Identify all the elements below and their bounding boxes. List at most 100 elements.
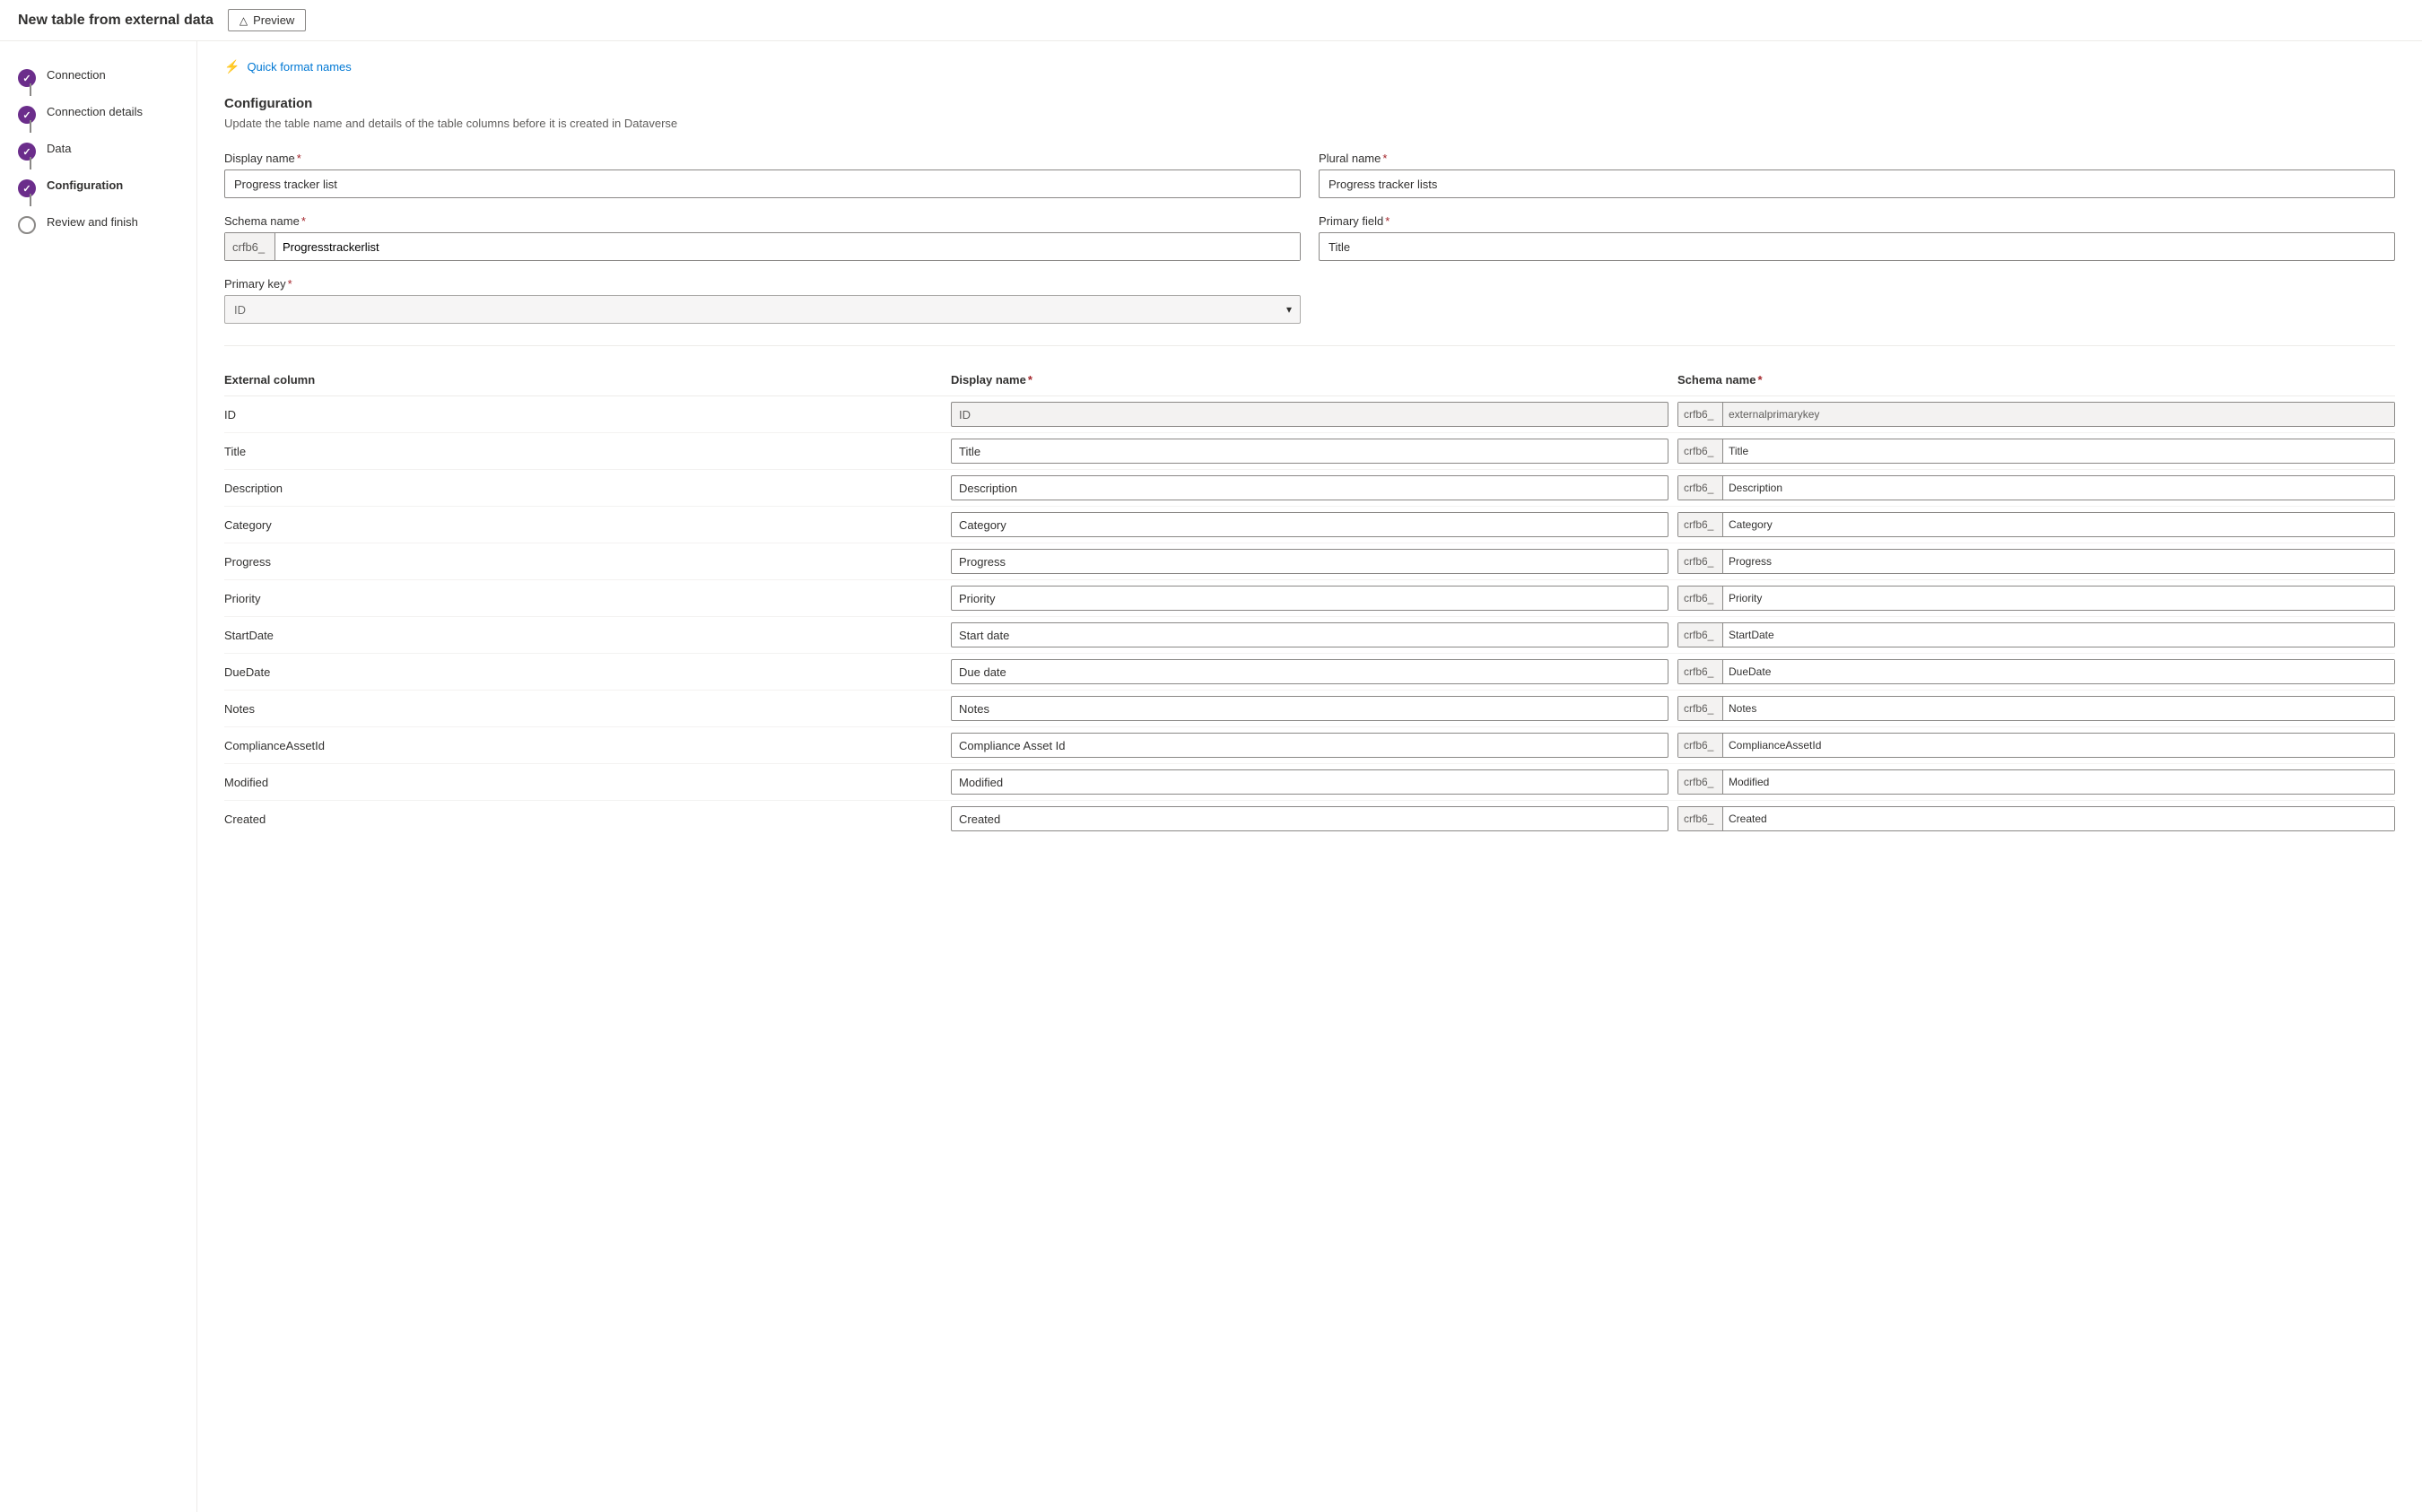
schema-column-input[interactable]	[1723, 697, 2394, 720]
section-divider	[224, 345, 2395, 346]
display-name-column-input[interactable]	[951, 475, 1668, 500]
display-name-column-input[interactable]	[951, 512, 1668, 537]
columns-rows: ID crfb6_ Title crfb6_ Description crfb6_ Cate…	[224, 396, 2395, 837]
schema-column-prefix: crfb6_	[1678, 770, 1723, 794]
name-row: Display name* Plural name*	[224, 152, 2395, 198]
schema-name-field: crfb6_	[224, 232, 1301, 261]
step-circle-connection-details: ✓	[18, 106, 36, 124]
schema-column-input	[1723, 403, 2394, 426]
primary-field-group: Primary field*	[1319, 214, 2395, 261]
schema-name-group: Schema name* crfb6_	[224, 214, 1301, 261]
display-name-label: Display name*	[224, 152, 1301, 165]
table-row: Title crfb6_	[224, 433, 2395, 470]
display-name-column-input[interactable]	[951, 549, 1668, 574]
display-name-input[interactable]	[224, 169, 1301, 198]
app-title: New table from external data	[18, 13, 213, 29]
schema-column-field: crfb6_	[1677, 696, 2395, 721]
primary-field-label: Primary field*	[1319, 214, 2395, 228]
primary-key-row: Primary key* ID	[224, 277, 2395, 324]
table-row: Notescrfb6_	[224, 691, 2395, 727]
quick-format-button[interactable]: ⚡ Quick format names	[224, 59, 2395, 74]
schema-column-field: crfb6_	[1677, 769, 2395, 795]
schema-column-input[interactable]	[1723, 660, 2394, 683]
configuration-section: Configuration Update the table name and …	[224, 96, 2395, 324]
schema-column-field: crfb6_	[1677, 733, 2395, 758]
schema-column-prefix: crfb6_	[1678, 476, 1723, 500]
step-circle-review	[18, 216, 36, 234]
display-name-column-input[interactable]	[951, 622, 1668, 647]
header-display-col: Display name*	[951, 373, 1668, 387]
sidebar-step-review[interactable]: Review and finish	[0, 206, 196, 243]
schema-column-prefix: crfb6_	[1678, 660, 1723, 683]
step-label-connection-details: Connection details	[47, 105, 143, 118]
schema-column-prefix: crfb6_	[1678, 697, 1723, 720]
display-name-column-input[interactable]	[951, 769, 1668, 795]
schema-column-input[interactable]	[1723, 807, 2394, 830]
header-schema-col: Schema name*	[1677, 373, 2395, 387]
schema-column-input[interactable]	[1723, 770, 2394, 794]
schema-column-field: crfb6_	[1677, 475, 2395, 500]
table-row: ComplianceAssetIdcrfb6_	[224, 727, 2395, 764]
schema-name-label: Schema name*	[224, 214, 1301, 228]
schema-column-input[interactable]	[1723, 476, 2394, 500]
external-column-label: Category	[224, 518, 942, 532]
external-column-label: Modified	[224, 776, 942, 789]
header-ext-col: External column	[224, 373, 942, 387]
external-column-label: ID	[224, 408, 942, 421]
step-label-review: Review and finish	[47, 215, 138, 229]
step-circle-configuration: ✓	[18, 179, 36, 197]
primary-field-input[interactable]	[1319, 232, 2395, 261]
section-title: Configuration	[224, 96, 2395, 111]
preview-button[interactable]: △ Preview	[228, 9, 306, 31]
schema-column-field: crfb6_	[1677, 439, 2395, 464]
table-row: StartDate crfb6_	[224, 617, 2395, 654]
main-content: ⚡ Quick format names Configuration Updat…	[197, 41, 2422, 1512]
primary-key-select[interactable]: ID	[224, 295, 1301, 324]
display-name-column-input[interactable]	[951, 659, 1668, 684]
schema-column-prefix: crfb6_	[1678, 439, 1723, 463]
schema-column-input[interactable]	[1723, 439, 2394, 463]
display-name-column-input[interactable]	[951, 806, 1668, 831]
columns-section: External column Display name* Schema nam…	[224, 368, 2395, 837]
schema-column-input[interactable]	[1723, 550, 2394, 573]
schema-column-field: crfb6_	[1677, 402, 2395, 427]
schema-column-field: crfb6_	[1677, 549, 2395, 574]
primary-key-label: Primary key*	[224, 277, 1301, 291]
schema-column-field: crfb6_	[1677, 586, 2395, 611]
schema-column-field: crfb6_	[1677, 806, 2395, 831]
schema-column-prefix: crfb6_	[1678, 550, 1723, 573]
table-row: Modified crfb6_	[224, 764, 2395, 801]
step-label-connection: Connection	[47, 68, 106, 82]
primary-key-select-wrapper[interactable]: ID	[224, 295, 1301, 324]
external-column-label: DueDate	[224, 665, 942, 679]
display-name-group: Display name*	[224, 152, 1301, 198]
preview-icon: △	[240, 14, 248, 27]
external-column-label: Description	[224, 482, 942, 495]
schema-column-prefix: crfb6_	[1678, 513, 1723, 536]
display-name-column-input	[951, 402, 1668, 427]
display-name-column-input[interactable]	[951, 439, 1668, 464]
plural-name-label: Plural name*	[1319, 152, 2395, 165]
schema-column-prefix: crfb6_	[1678, 587, 1723, 610]
plural-name-input[interactable]	[1319, 169, 2395, 198]
schema-column-field: crfb6_	[1677, 622, 2395, 647]
display-name-column-input[interactable]	[951, 586, 1668, 611]
external-column-label: StartDate	[224, 629, 942, 642]
schema-column-input[interactable]	[1723, 623, 2394, 647]
schema-column-input[interactable]	[1723, 513, 2394, 536]
step-circle-data: ✓	[18, 143, 36, 161]
sidebar: ✓Connection✓Connection details✓Data✓Conf…	[0, 41, 197, 1512]
external-column-label: Created	[224, 812, 942, 826]
display-name-column-input[interactable]	[951, 733, 1668, 758]
schema-column-input[interactable]	[1723, 734, 2394, 757]
table-row: ID crfb6_	[224, 396, 2395, 433]
schema-name-input[interactable]	[275, 233, 1300, 260]
quick-format-icon: ⚡	[224, 59, 240, 74]
section-desc: Update the table name and details of the…	[224, 117, 2395, 130]
schema-column-input[interactable]	[1723, 587, 2394, 610]
plural-name-group: Plural name*	[1319, 152, 2395, 198]
external-column-label: Title	[224, 445, 942, 458]
table-row: Prioritycrfb6_	[224, 580, 2395, 617]
step-label-configuration: Configuration	[47, 178, 123, 192]
display-name-column-input[interactable]	[951, 696, 1668, 721]
